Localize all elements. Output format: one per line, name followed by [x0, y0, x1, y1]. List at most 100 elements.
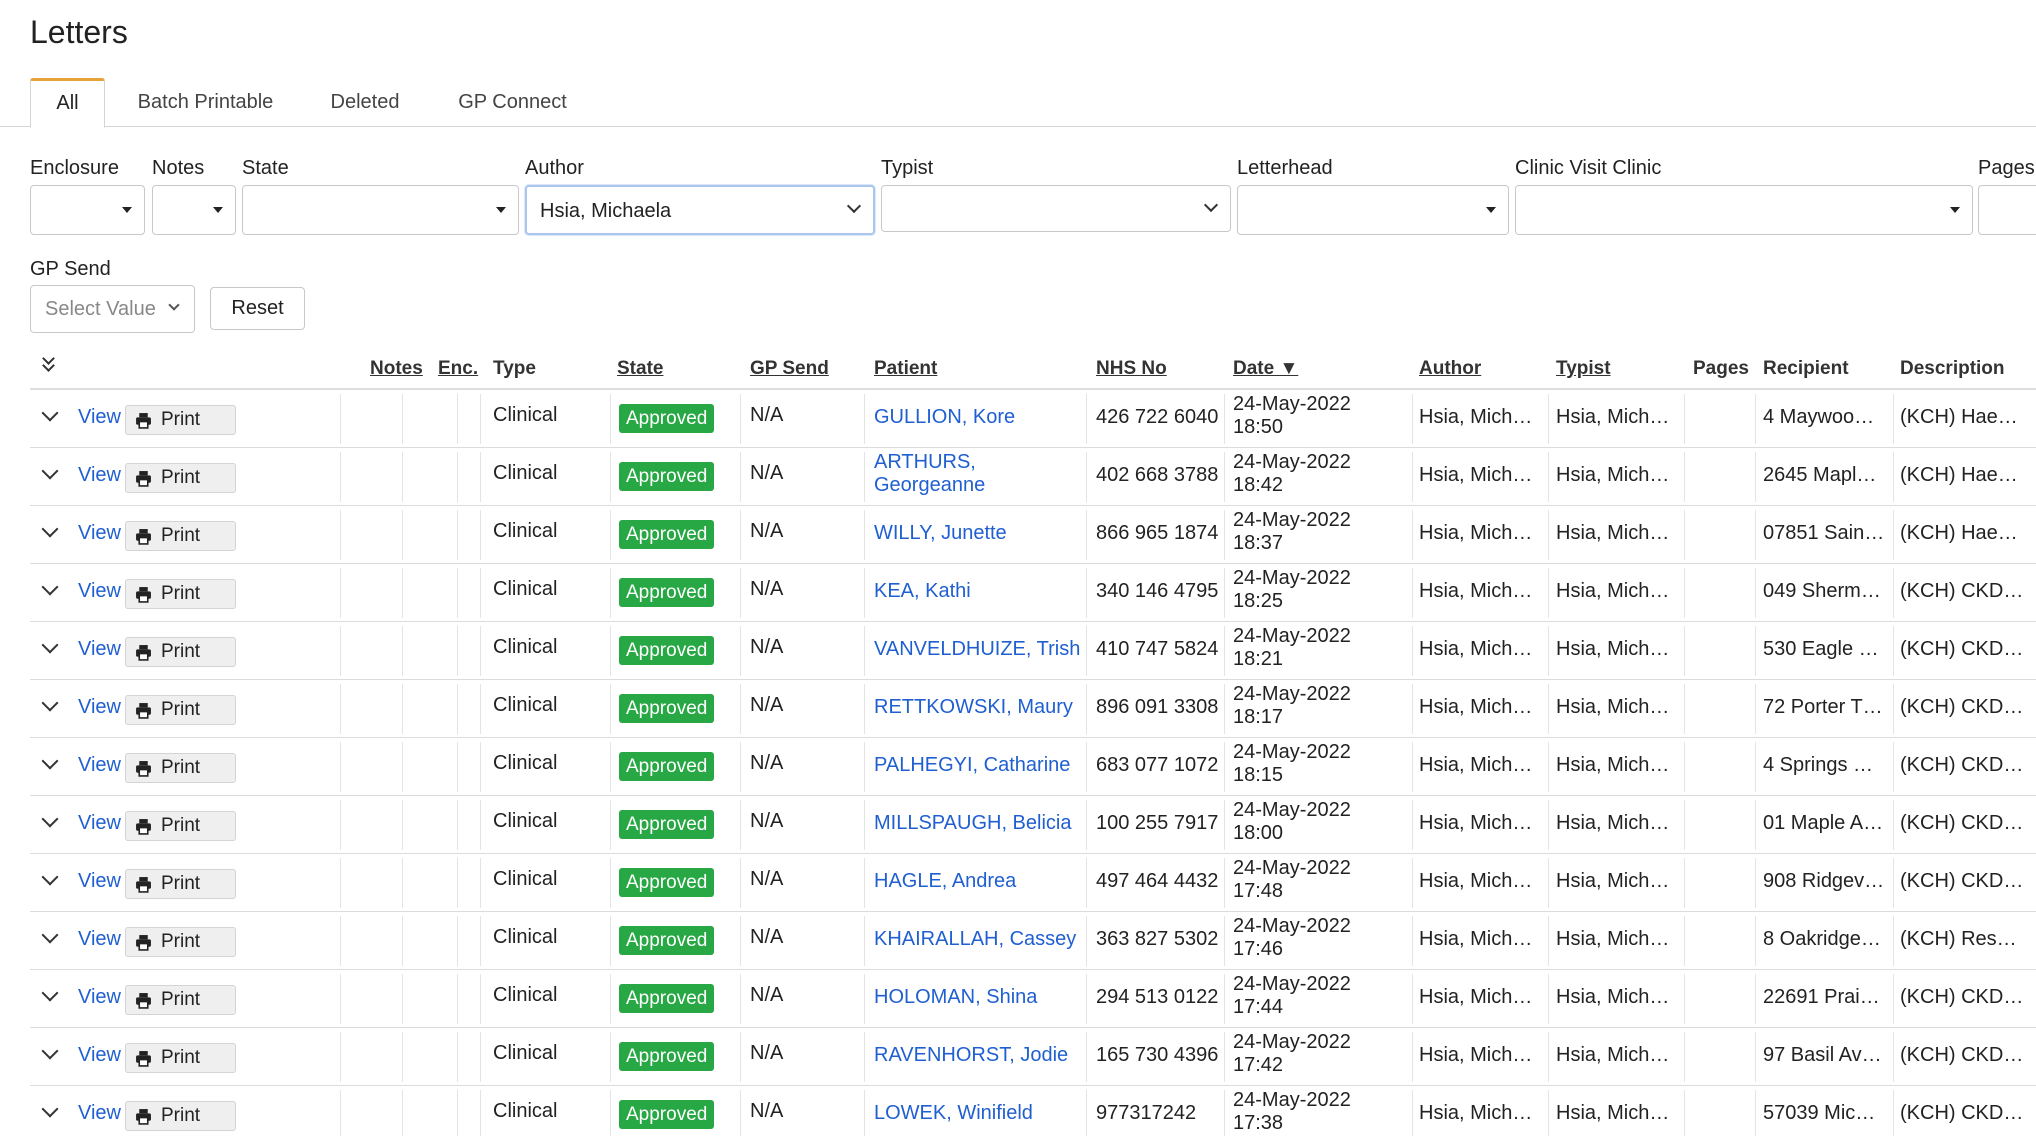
gp-send-select[interactable]: Select Value — [30, 285, 195, 333]
view-link[interactable]: View — [78, 928, 121, 951]
expand-row-icon[interactable] — [41, 520, 59, 538]
description-cell: (KCH) CKD… — [1900, 986, 2024, 1008]
view-link[interactable]: View — [78, 754, 121, 777]
expand-row-icon[interactable] — [41, 636, 59, 654]
expand-row-icon[interactable] — [41, 984, 59, 1002]
header-patient[interactable]: Patient — [874, 358, 937, 380]
state-select[interactable] — [242, 185, 519, 235]
time-cell: 18:17 — [1233, 706, 1284, 728]
header-date[interactable]: Date ▼ — [1233, 358, 1298, 380]
caret-down-icon — [213, 207, 223, 213]
column-separator — [740, 684, 741, 734]
expand-row-icon[interactable] — [41, 578, 59, 596]
view-link[interactable]: View — [78, 464, 121, 487]
column-separator — [480, 974, 481, 1024]
header-gp-send[interactable]: GP Send — [750, 358, 829, 380]
tab-batch-printable[interactable]: Batch Printable — [118, 78, 293, 127]
expand-row-icon[interactable] — [41, 404, 59, 422]
view-link[interactable]: View — [78, 580, 121, 603]
patient-link[interactable]: WILLY, Junette — [874, 522, 1007, 545]
view-link[interactable]: View — [78, 1102, 121, 1125]
header-nhs-no[interactable]: NHS No — [1096, 358, 1167, 380]
typist-select[interactable] — [881, 185, 1231, 232]
header-state[interactable]: State — [617, 358, 663, 380]
column-separator — [740, 916, 741, 966]
table-row: View Print Clinical Approved N/A KHAIRALLAH, … — [30, 912, 2036, 970]
reset-button[interactable]: Reset — [210, 287, 305, 330]
view-link[interactable]: View — [78, 1044, 121, 1067]
patient-link[interactable]: RETTKOWSKI, Maury — [874, 696, 1073, 719]
patient-link[interactable]: KEA, Kathi — [874, 580, 971, 603]
patient-link[interactable]: PALHEGYI, Catharine — [874, 754, 1070, 777]
notes-select[interactable] — [152, 185, 236, 235]
print-button[interactable]: Print — [125, 985, 236, 1015]
gp-send-cell: N/A — [750, 810, 784, 832]
patient-link[interactable]: RAVENHORST, Jodie — [874, 1044, 1068, 1067]
date-cell: 24-May-2022 — [1233, 567, 1351, 589]
column-separator — [1548, 394, 1549, 444]
header-enc[interactable]: Enc. — [438, 358, 478, 380]
print-button[interactable]: Print — [125, 637, 236, 667]
view-link[interactable]: View — [78, 812, 121, 835]
print-button[interactable]: Print — [125, 579, 236, 609]
header-typist[interactable]: Typist — [1556, 358, 1611, 380]
column-separator — [1412, 858, 1413, 908]
column-separator — [610, 452, 611, 502]
tab-all[interactable]: All — [30, 78, 105, 128]
header-notes[interactable]: Notes — [370, 358, 423, 380]
print-button[interactable]: Print — [125, 1101, 236, 1131]
type-cell: Clinical — [493, 404, 558, 426]
view-link[interactable]: View — [78, 638, 121, 661]
tab-deleted[interactable]: Deleted — [315, 78, 415, 127]
column-separator — [1893, 452, 1894, 502]
expand-row-icon[interactable] — [41, 752, 59, 770]
typist-cell: Hsia, Mich… — [1556, 986, 1670, 1008]
view-link[interactable]: View — [78, 522, 121, 545]
recipient-cell: 4 Springs … — [1763, 754, 1874, 776]
pages-select[interactable] — [1978, 185, 2036, 235]
column-separator — [457, 858, 458, 908]
patient-link[interactable]: KHAIRALLAH, Cassey — [874, 928, 1076, 951]
header-author[interactable]: Author — [1419, 358, 1481, 380]
expand-row-icon[interactable] — [41, 462, 59, 480]
expand-all-icon[interactable] — [41, 352, 57, 376]
column-separator — [864, 626, 865, 676]
clinic-visit-clinic-select[interactable] — [1515, 185, 1973, 235]
print-button[interactable]: Print — [125, 869, 236, 899]
view-link[interactable]: View — [78, 986, 121, 1009]
expand-row-icon[interactable] — [41, 694, 59, 712]
expand-row-icon[interactable] — [41, 810, 59, 828]
column-separator — [1755, 394, 1756, 444]
print-button[interactable]: Print — [125, 753, 236, 783]
enclosure-select[interactable] — [30, 185, 145, 235]
expand-row-icon[interactable] — [41, 1042, 59, 1060]
author-select[interactable]: Hsia, Michaela — [525, 185, 875, 235]
print-button[interactable]: Print — [125, 463, 236, 493]
view-link[interactable]: View — [78, 696, 121, 719]
patient-link[interactable]: ARTHURS, — [874, 451, 976, 474]
expand-row-icon[interactable] — [41, 868, 59, 886]
print-button[interactable]: Print — [125, 405, 236, 435]
print-button[interactable]: Print — [125, 521, 236, 551]
patient-link[interactable]: GULLION, Kore — [874, 406, 1015, 429]
letterhead-select[interactable] — [1237, 185, 1509, 235]
patient-link[interactable]: HOLOMAN, Shina — [874, 986, 1037, 1009]
expand-row-icon[interactable] — [41, 926, 59, 944]
patient-link[interactable]: MILLSPAUGH, Belicia — [874, 812, 1071, 835]
tab-gp-connect[interactable]: GP Connect — [445, 78, 580, 127]
print-button[interactable]: Print — [125, 695, 236, 725]
patient-link[interactable]: VANVELDHUIZE, Trish — [874, 638, 1080, 661]
patient-link[interactable]: LOWEK, Winifield — [874, 1102, 1033, 1125]
gp-send-cell: N/A — [750, 694, 784, 716]
patient-link-line2[interactable]: Georgeanne — [874, 474, 985, 497]
print-button[interactable]: Print — [125, 811, 236, 841]
print-button[interactable]: Print — [125, 927, 236, 957]
column-separator — [340, 916, 341, 966]
expand-row-icon[interactable] — [41, 1100, 59, 1118]
view-link[interactable]: View — [78, 406, 121, 429]
typist-cell: Hsia, Mich… — [1556, 870, 1670, 892]
view-link[interactable]: View — [78, 870, 121, 893]
patient-link[interactable]: HAGLE, Andrea — [874, 870, 1016, 893]
column-separator — [1755, 742, 1756, 792]
print-button[interactable]: Print — [125, 1043, 236, 1073]
